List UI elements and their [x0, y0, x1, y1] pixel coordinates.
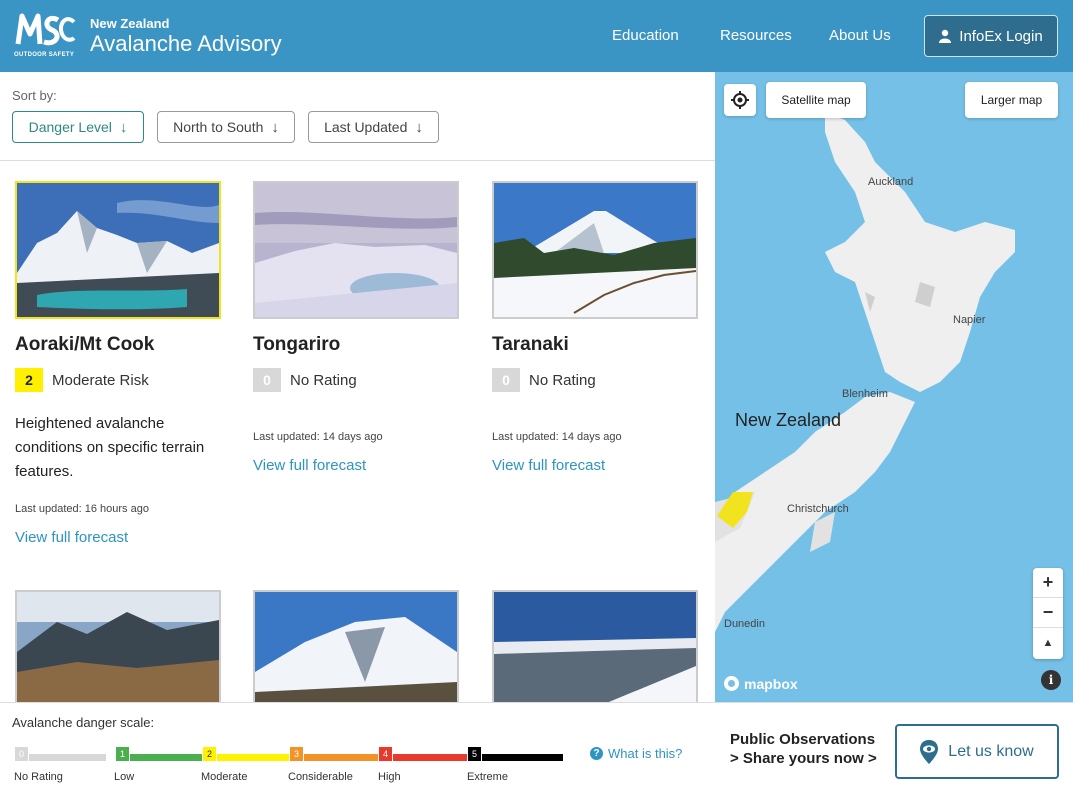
nav-education[interactable]: Education	[612, 27, 679, 44]
card-image[interactable]	[253, 590, 459, 704]
scale-label: No Rating	[14, 771, 63, 783]
location-eye-icon	[920, 739, 939, 764]
what-is-this-link[interactable]: ? What is this?	[590, 746, 682, 761]
satellite-map-button[interactable]: Satellite map	[766, 82, 866, 118]
msc-logo[interactable]: OUTDOOR SAFETY	[14, 10, 76, 62]
map-label-new-zealand: New Zealand	[735, 410, 842, 430]
danger-scale-title: Avalanche danger scale:	[12, 715, 155, 730]
logo-subtext: OUTDOOR SAFETY	[14, 52, 75, 58]
map-label-dunedin: Dunedin	[724, 618, 765, 630]
compass-button[interactable]: ▲	[1033, 628, 1063, 658]
locate-icon	[731, 91, 749, 109]
scale-label: High	[378, 771, 401, 783]
rating-text: Moderate Risk	[52, 371, 149, 389]
card-image[interactable]	[492, 590, 698, 704]
forecast-map[interactable]: Satellite map Larger map Auckland Napier…	[715, 72, 1073, 702]
map-label-christchurch: Christchurch	[787, 503, 849, 515]
card-image-tongariro[interactable]	[253, 181, 459, 319]
login-label: InfoEx Login	[959, 27, 1043, 45]
share-yours-link[interactable]: > Share yours now >	[730, 750, 877, 767]
last-updated: Last updated: 14 days ago	[492, 431, 622, 443]
scale-badge-4: 4	[378, 746, 393, 762]
divider	[0, 160, 715, 161]
card-description: Heightened avalanche conditions on speci…	[15, 415, 205, 480]
scale-badge-0: 0	[14, 746, 29, 762]
public-observations-title: Public Observations	[730, 731, 876, 748]
locate-button[interactable]	[724, 84, 756, 116]
card-title[interactable]: Aoraki/Mt Cook	[15, 334, 154, 356]
scale-label: Extreme	[467, 771, 508, 783]
view-forecast-link[interactable]: View full forecast	[15, 529, 128, 546]
sort-last-updated-button[interactable]: Last Updated ↓	[308, 111, 439, 143]
arrow-down-icon: ↓	[271, 118, 279, 136]
what-is-this-label: What is this?	[608, 746, 683, 761]
map-label-auckland: Auckland	[868, 176, 914, 188]
scale-label: Moderate	[201, 771, 248, 783]
rating-badge: 0	[492, 368, 520, 392]
rating-badge: 0	[253, 368, 281, 392]
scale-badge-2: 2	[202, 746, 217, 762]
sort-option-label: Last Updated	[324, 119, 408, 135]
danger-rating: 2 Moderate Risk	[15, 368, 149, 392]
nz-map-land	[715, 112, 1015, 632]
danger-rating: 0 No Rating	[253, 368, 357, 392]
last-updated: Last updated: 16 hours ago	[15, 503, 149, 515]
rating-text: No Rating	[529, 371, 596, 389]
card-title[interactable]: Taranaki	[492, 334, 569, 356]
card-image[interactable]	[15, 590, 221, 704]
sort-option-label: North to South	[173, 119, 264, 135]
larger-map-button[interactable]: Larger map	[965, 82, 1058, 118]
map-label-blenheim: Blenheim	[842, 388, 888, 400]
question-icon: ?	[590, 747, 603, 760]
site-header: OUTDOOR SAFETY New Zealand Avalanche Adv…	[0, 0, 1073, 72]
let-us-know-button[interactable]: Let us know	[895, 724, 1059, 779]
footer-bar: Avalanche danger scale: 0 1 2 3 4 5 No R…	[0, 702, 1073, 798]
arrow-down-icon: ↓	[119, 118, 128, 136]
view-forecast-link[interactable]: View full forecast	[492, 457, 605, 474]
mapbox-logo[interactable]: mapbox	[723, 675, 798, 692]
danger-rating: 0 No Rating	[492, 368, 596, 392]
sort-north-south-button[interactable]: North to South ↓	[157, 111, 295, 143]
scale-label: Low	[114, 771, 135, 783]
sort-label: Sort by:	[12, 88, 57, 103]
info-icon[interactable]: i	[1041, 670, 1061, 690]
zoom-out-button[interactable]: −	[1033, 598, 1063, 628]
mapbox-attribution: mapbox	[744, 675, 798, 692]
card-image-aoraki[interactable]	[15, 181, 221, 319]
let-us-know-label: Let us know	[948, 742, 1034, 760]
last-updated: Last updated: 14 days ago	[253, 431, 383, 443]
card-image-taranaki[interactable]	[492, 181, 698, 319]
sort-option-label: Danger Level	[28, 119, 112, 135]
brand-country: New Zealand	[90, 16, 170, 31]
sort-danger-level-button[interactable]: Danger Level ↓	[12, 111, 144, 143]
site-title[interactable]: Avalanche Advisory	[90, 31, 282, 57]
view-forecast-link[interactable]: View full forecast	[253, 457, 366, 474]
infoex-login-button[interactable]: InfoEx Login	[924, 15, 1058, 57]
zoom-in-button[interactable]: +	[1033, 568, 1063, 598]
scale-badge-1: 1	[115, 746, 130, 762]
scale-badge-3: 3	[289, 746, 304, 762]
nav-resources[interactable]: Resources	[720, 27, 792, 44]
arrow-down-icon: ↓	[415, 118, 423, 136]
rating-text: No Rating	[290, 371, 357, 389]
scale-badge-5: 5	[467, 746, 482, 762]
user-icon	[939, 29, 952, 43]
scale-label: Considerable	[288, 771, 353, 783]
nav-about-us[interactable]: About Us	[829, 27, 891, 44]
map-label-napier: Napier	[953, 314, 986, 326]
zoom-controls: + − ▲	[1033, 568, 1063, 659]
card-title[interactable]: Tongariro	[253, 334, 340, 356]
mapbox-icon	[724, 676, 739, 691]
rating-badge: 2	[15, 368, 43, 392]
